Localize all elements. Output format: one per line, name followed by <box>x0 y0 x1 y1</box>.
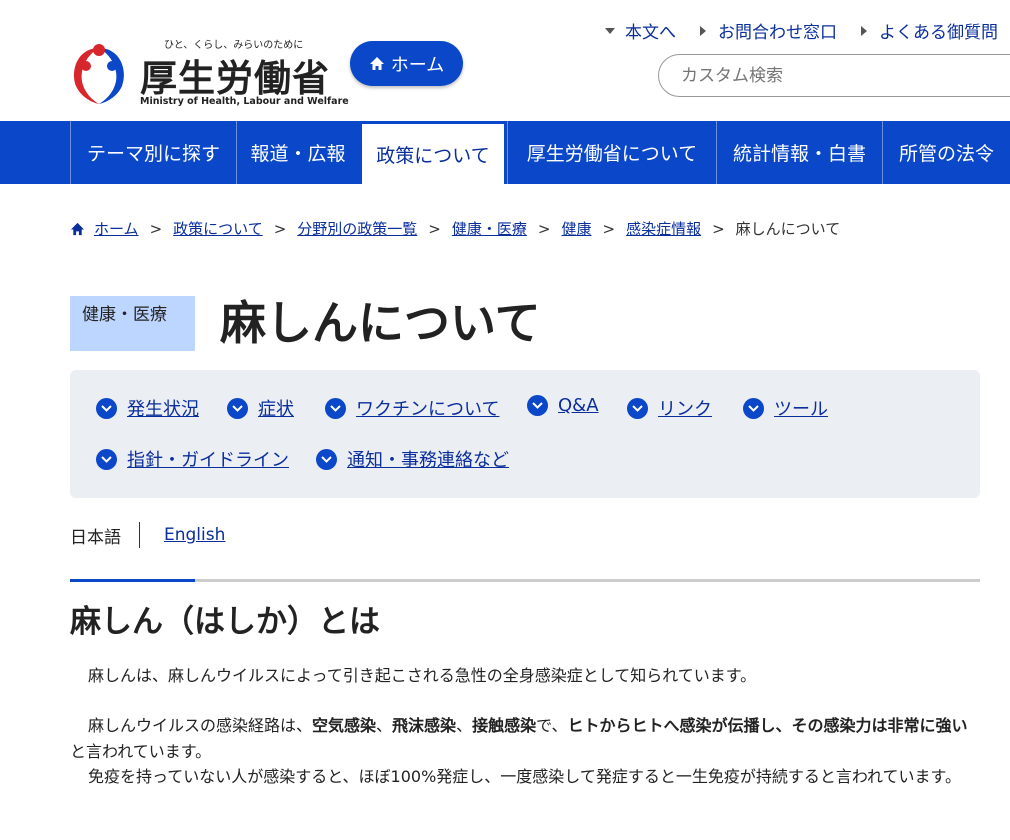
section-divider <box>70 579 980 582</box>
skip-to-content-link[interactable]: 本文へ <box>605 18 676 43</box>
home-button-label: ホーム <box>390 54 445 76</box>
search-input[interactable] <box>658 54 1010 97</box>
anchor-vaccine[interactable]: ワクチンについて <box>325 395 499 421</box>
chevron-down-icon <box>605 27 615 34</box>
nav-item-about[interactable]: 厚生労働省について <box>507 121 716 184</box>
nav-item-statistics[interactable]: 統計情報・白書 <box>715 121 882 184</box>
utility-link-label: お問合わせ窓口 <box>718 23 837 43</box>
anchor-link-label[interactable]: ツール <box>774 395 828 421</box>
anchor-notices[interactable]: 通知・事務連絡など <box>316 446 509 472</box>
home-icon <box>369 57 384 70</box>
caret-right-icon <box>861 25 867 36</box>
home-button[interactable]: ホーム <box>350 41 463 86</box>
page-title: 麻しんについて <box>220 296 541 350</box>
paragraph-intro: 麻しんは、麻しんウイルスによって引き起こされる急性の全身感染症として知られていま… <box>88 666 757 685</box>
arrow-down-circle-icon <box>743 397 764 419</box>
utility-links: 本文へ お問合わせ窓口 よくある御質問 <box>605 18 998 43</box>
paragraph-transmission: 麻しんウイルスの感染経路は、空気感染、飛沫感染、接触感染で、ヒトからヒトへ感染が… <box>70 713 980 765</box>
anchor-link-label[interactable]: ワクチンについて <box>356 395 499 421</box>
breadcrumb-link-health-medical[interactable]: 健康・医療 <box>452 218 527 239</box>
text-run: 、 <box>456 716 473 735</box>
nav-item-laws[interactable]: 所管の法令 <box>881 121 1010 184</box>
language-current: 日本語 <box>70 527 121 548</box>
anchor-link-label[interactable]: リンク <box>658 395 712 421</box>
section-heading: 麻しん（はしか）とは <box>70 604 380 640</box>
text-run: で、 <box>536 716 568 735</box>
section-divider-accent <box>70 579 195 582</box>
breadcrumb-link-health[interactable]: 健康 <box>561 218 591 239</box>
page-anchor-links: 発生状況 症状 ワクチンについて Q&A リンク ツール 指針・ガイドライン 通… <box>70 370 980 498</box>
nav-item-press[interactable]: 報道・広報 <box>236 121 359 184</box>
breadcrumb-link-home[interactable]: ホーム <box>94 218 139 239</box>
language-switcher: 日本語 English <box>70 522 225 548</box>
anchor-link-label[interactable]: 通知・事務連絡など <box>347 446 509 472</box>
paragraph-immunity: 免疫を持っていない人が感染すると、ほぼ100%発症し、一度感染して発症すると一生… <box>88 767 961 786</box>
anchor-link-label[interactable]: 指針・ガイドライン <box>127 446 289 472</box>
site-header: ひと、くらし、みらいのために 厚生労働省 Ministry of Health,… <box>0 0 1010 121</box>
breadcrumb: ホーム > 政策について > 分野別の政策一覧 > 健康・医療 > 健康 > 感… <box>70 218 840 239</box>
language-link-english[interactable]: English <box>164 525 225 545</box>
anchor-links[interactable]: リンク <box>627 395 712 421</box>
home-icon <box>70 222 85 235</box>
arrow-down-circle-icon <box>325 397 346 419</box>
anchor-qa[interactable]: Q&A <box>527 395 599 416</box>
logo-name: 厚生労働省 <box>140 57 330 100</box>
text-run: 麻しんウイルスの感染経路は、 <box>88 716 313 735</box>
text-bold: 飛沫感染 <box>392 716 457 735</box>
breadcrumb-separator: > <box>428 219 441 238</box>
language-divider <box>139 522 140 548</box>
breadcrumb-link-infectious-disease[interactable]: 感染症情報 <box>626 218 701 239</box>
breadcrumb-separator: > <box>273 219 287 238</box>
utility-link-label: 本文へ <box>625 23 676 43</box>
anchor-link-label[interactable]: 発生状況 <box>127 395 199 421</box>
breadcrumb-link-policy[interactable]: 政策について <box>173 218 263 239</box>
utility-link-label: よくある御質問 <box>879 23 998 43</box>
logo-mark-icon <box>74 44 124 104</box>
arrow-down-circle-icon <box>96 448 117 470</box>
global-nav: テーマ別に探す 報道・広報 政策について 厚生労働省について 統計情報・白書 所… <box>0 121 1010 184</box>
logo-english: Ministry of Health, Labour and Welfare <box>140 96 349 107</box>
anchor-tools[interactable]: ツール <box>743 395 828 421</box>
nav-item-themes[interactable]: テーマ別に探す <box>70 121 236 184</box>
arrow-down-circle-icon <box>316 448 337 470</box>
text-bold: 接触感染 <box>472 716 537 735</box>
breadcrumb-separator: > <box>537 219 551 238</box>
arrow-down-circle-icon <box>627 397 648 419</box>
breadcrumb-separator: > <box>149 219 163 238</box>
contact-link[interactable]: お問合わせ窓口 <box>700 18 837 43</box>
text-bold: ヒトからヒトへ感染が伝播し、その感染力は非常に強い <box>567 716 968 735</box>
category-badge: 健康・医療 <box>70 296 195 351</box>
breadcrumb-separator: > <box>712 219 725 238</box>
caret-right-icon <box>700 25 706 36</box>
anchor-link-label[interactable]: 症状 <box>258 395 294 421</box>
text-run: と言われています。 <box>70 742 212 761</box>
site-logo[interactable]: ひと、くらし、みらいのために 厚生労働省 Ministry of Health,… <box>68 36 349 112</box>
breadcrumb-current: 麻しんについて <box>735 220 841 238</box>
breadcrumb-link-policy-list[interactable]: 分野別の政策一覧 <box>297 218 417 239</box>
arrow-down-circle-icon <box>527 395 548 416</box>
anchor-symptoms[interactable]: 症状 <box>227 395 294 421</box>
anchor-outbreak[interactable]: 発生状況 <box>96 395 199 421</box>
anchor-link-label[interactable]: Q&A <box>558 395 599 416</box>
nav-item-policy[interactable]: 政策について <box>359 121 508 184</box>
arrow-down-circle-icon <box>96 397 117 419</box>
text-run: 、 <box>376 716 393 735</box>
faq-link[interactable]: よくある御質問 <box>861 18 998 43</box>
breadcrumb-separator: > <box>602 219 616 238</box>
anchor-guidelines[interactable]: 指針・ガイドライン <box>96 446 289 472</box>
text-bold: 空気感染 <box>312 716 377 735</box>
arrow-down-circle-icon <box>227 397 248 419</box>
